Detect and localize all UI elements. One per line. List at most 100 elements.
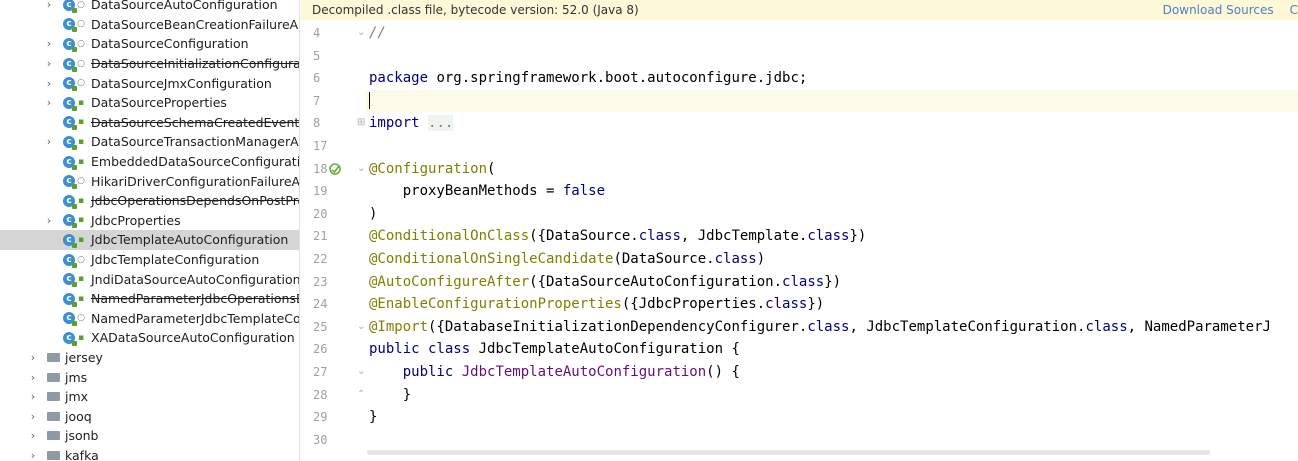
tree-class-item[interactable]: c ▪ DataSourceSchemaCreatedEvent (0, 113, 299, 133)
tree-class-item[interactable]: › c ○ DataSourceAutoConfiguration (0, 0, 299, 15)
code-line[interactable]: @EnableConfigurationProperties({JdbcProp… (369, 293, 824, 316)
expand-arrow-icon[interactable]: › (44, 0, 54, 11)
code-editor[interactable]: // package org.springframework.boot.autoc… (365, 20, 1298, 461)
expand-arrow-icon[interactable]: › (28, 390, 38, 403)
class-icon: c (63, 273, 77, 288)
line-number: 29 (313, 410, 328, 425)
code-token: class (782, 273, 825, 290)
code-token: @ConditionalOnClass (369, 228, 530, 245)
expand-arrow-icon[interactable]: › (44, 57, 54, 70)
tree-class-item[interactable]: c ○ DataSourceBeanCreationFailureAnal (0, 15, 299, 35)
public-visibility-icon: ▪ (77, 274, 85, 285)
project-tree[interactable]: › c ○ DataSourceAutoConfiguration c ○ DataSour… (0, 0, 300, 461)
tree-class-item[interactable]: › c ○ DataSourceInitializationConfiguratio (0, 54, 300, 74)
editor-gutter[interactable]: 4 ⌄ 5 6 7 8 ⊞ 17 18 ⌄ 19 20 21 22 23 24 25 ⌄ 26 27 ⌄ 28 ⌃ 29 30 (301, 20, 365, 461)
package-private-icon: ○ (77, 313, 85, 324)
decompiled-message: Decompiled .class file, bytecode version… (312, 3, 639, 17)
tree-folder-item[interactable]: › jooq (0, 407, 299, 427)
tree-folder-item[interactable]: › jsonb (0, 426, 299, 446)
line-number: 4 (313, 26, 321, 40)
tree-class-item[interactable]: c ▪ JdbcTemplateAutoConfiguration (0, 230, 299, 250)
code-line[interactable]: @Configuration( (369, 158, 495, 181)
line-number: 21 (313, 229, 328, 244)
code-token: @EnableConfigurationProperties (369, 296, 622, 313)
expand-arrow-icon[interactable]: › (44, 135, 54, 148)
code-line[interactable]: public JdbcTemplateAutoConfiguration() { (369, 361, 740, 384)
class-icon: c (63, 331, 77, 346)
tree-class-item[interactable]: › c ▪ DataSourceTransactionManagerAuto (0, 132, 299, 152)
code-line[interactable]: } (369, 384, 411, 407)
code-token: org.springframework.boot.autoconfigure.j… (428, 70, 808, 87)
tree-class-item[interactable]: › c ▪ JdbcProperties (0, 211, 299, 231)
package-private-icon: ○ (77, 176, 85, 187)
tree-item-label: jms (65, 369, 88, 385)
code-token: () { (706, 364, 740, 380)
code-token: class (807, 228, 850, 245)
class-icon: c (63, 214, 77, 229)
code-token: }) (807, 296, 825, 313)
folded-imports[interactable]: ... (428, 115, 454, 132)
tree-class-item[interactable]: › c ▪ DataSourceProperties (0, 93, 299, 113)
tree-class-item[interactable]: c ○ NamedParameterJdbcTemplateCon (0, 309, 299, 329)
code-token: class (807, 318, 850, 335)
class-icon: c (63, 194, 77, 209)
expand-arrow-icon[interactable]: › (28, 351, 38, 364)
code-line[interactable]: ) (369, 203, 377, 226)
download-sources-link[interactable]: Download Sources (1163, 3, 1274, 17)
line-number: 23 (313, 274, 328, 289)
tree-class-item[interactable]: c ○ JdbcTemplateConfiguration (0, 250, 299, 270)
code-line[interactable]: import ... (369, 112, 454, 135)
code-token: public (402, 364, 454, 380)
class-icon: c (63, 233, 77, 248)
code-line[interactable]: public class JdbcTemplateAutoConfigurati… (369, 338, 740, 361)
expand-arrow-icon[interactable]: › (44, 37, 54, 50)
code-line[interactable]: @AutoConfigureAfter({DataSourceAutoConfi… (369, 271, 841, 294)
line-number: 30 (313, 432, 328, 447)
expand-arrow-icon[interactable]: › (44, 214, 54, 227)
tree-class-item[interactable]: c ▪ JndiDataSourceAutoConfiguration (0, 269, 299, 289)
tree-class-item[interactable]: c ▪ EmbeddedDataSourceConfiguration (0, 152, 299, 172)
public-visibility-icon: ▪ (77, 332, 85, 343)
tree-class-item[interactable]: c ▪ JdbcOperationsDependsOnPostProc (0, 191, 300, 211)
class-icon: c (63, 18, 77, 33)
tree-class-item[interactable]: › c ○ DataSourceJmxConfiguration (0, 73, 299, 93)
code-line[interactable]: // (369, 22, 386, 45)
horizontal-scrollbar[interactable] (367, 450, 1210, 455)
code-token: }) (849, 228, 867, 245)
tree-folder-item[interactable]: › jmx (0, 387, 299, 407)
spring-bean-icon[interactable] (329, 162, 341, 175)
tree-item-label: DataSourceInitializationConfiguratio (91, 56, 300, 72)
code-token: @Import (369, 318, 429, 335)
tree-folder-item[interactable]: › jersey (0, 348, 299, 368)
tree-class-item[interactable]: › c ○ DataSourceConfiguration (0, 34, 299, 54)
code-token: class (714, 251, 757, 267)
expand-arrow-icon[interactable]: › (28, 449, 38, 461)
choose-sources-link[interactable]: C (1290, 3, 1298, 17)
code-line[interactable]: @Import({DatabaseInitializationDependenc… (369, 316, 1271, 339)
expand-arrow-icon[interactable]: › (44, 96, 54, 109)
code-token: } (369, 409, 378, 426)
expand-arrow-icon[interactable]: › (28, 429, 38, 442)
package-private-icon: ○ (77, 0, 85, 10)
line-number: 7 (313, 93, 321, 108)
class-icon: c (63, 57, 77, 72)
tree-class-item[interactable]: c ▪ XADataSourceAutoConfiguration (0, 328, 299, 348)
tree-item-label: DataSourceAutoConfiguration (91, 0, 278, 13)
tree-class-item[interactable]: c ○ HikariDriverConfigurationFailureAna (0, 171, 299, 191)
expand-arrow-icon[interactable]: › (28, 410, 38, 423)
code-line[interactable] (365, 89, 1298, 113)
tree-folder-item[interactable]: › kafka (0, 446, 299, 461)
code-line[interactable]: package org.springframework.boot.autocon… (369, 67, 807, 90)
expand-arrow-icon[interactable]: › (28, 371, 38, 384)
class-icon: c (63, 253, 77, 268)
code-line[interactable]: @ConditionalOnClass({DataSource.class, J… (369, 225, 866, 248)
code-line[interactable]: proxyBeanMethods = false (369, 180, 605, 203)
code-line[interactable]: } (369, 406, 377, 429)
code-line[interactable]: @ConditionalOnSingleCandidate(DataSource… (369, 248, 765, 271)
tree-class-item[interactable]: c ▪ NamedParameterJdbcOperationsDe (0, 289, 299, 309)
expand-arrow-icon[interactable]: › (44, 77, 54, 90)
tree-item-label: JdbcOperationsDependsOnPostProc (91, 193, 300, 209)
tree-folder-item[interactable]: › jms (0, 367, 299, 387)
code-token: // (369, 25, 386, 41)
